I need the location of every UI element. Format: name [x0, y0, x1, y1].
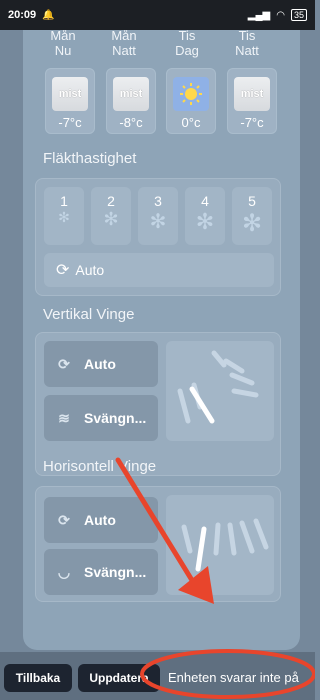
speed-label: 3	[154, 193, 162, 209]
vertical-vane-visual	[166, 341, 274, 441]
vertical-swing-button[interactable]: ≋ Svängn...	[44, 395, 158, 441]
fan-icon: ✻	[241, 210, 263, 237]
fan-auto-label: Auto	[75, 262, 105, 278]
speed-label: 5	[248, 193, 256, 209]
forecast-label: Tis Natt	[235, 30, 259, 58]
forecast-label: Mån Natt	[111, 30, 137, 58]
forecast-item: mist -8°c	[106, 68, 156, 134]
fan-speed-2-button[interactable]: 2 ✻	[91, 187, 131, 245]
auto-cycle-icon: ⟳	[58, 511, 70, 528]
horizontal-swing-button[interactable]: ◡ Svängn...	[44, 549, 158, 595]
clock: 20:09	[8, 9, 37, 21]
vertical-swing-label: Svängn...	[84, 410, 147, 426]
sun-icon	[173, 77, 209, 111]
horizontal-vane-title: Horisontell Vinge	[43, 458, 157, 475]
status-message: Enheten svarar inte på	[168, 670, 299, 685]
fan-icon: ✻	[103, 209, 119, 229]
speed-label: 4	[201, 193, 209, 209]
forecast-item: mist -7°c	[45, 68, 95, 134]
forecast-label: Mån Nu	[50, 30, 76, 58]
fan-icon: ✻	[58, 209, 70, 225]
fan-icon: ✻	[149, 211, 167, 233]
forecast-temp: -8°c	[119, 115, 143, 130]
status-bar: 20:09 🔔 ▂▄▆ ◠ 35	[0, 0, 315, 30]
swing-icon: ◡	[57, 563, 71, 580]
speed-label: 1	[60, 193, 68, 209]
fan-speed-panel: 1 ✻ 2 ✻ 3 ✻ 4 ✻ 5 ✻ ⟳ Auto	[35, 178, 281, 296]
forecast-label: Tis Dag	[175, 30, 199, 58]
notification-icon: 🔔	[42, 9, 55, 21]
horizontal-vane-visual	[166, 495, 274, 595]
mist-icon: mist	[234, 77, 270, 111]
horizontal-auto-button[interactable]: ⟳ Auto	[44, 497, 158, 543]
vertical-auto-button[interactable]: ⟳ Auto	[44, 341, 158, 387]
forecast-temp: -7°c	[58, 115, 82, 130]
fan-speed-4-button[interactable]: 4 ✻	[185, 187, 225, 245]
forecast-item: 0°c	[166, 68, 216, 134]
auto-cycle-icon: ⟳	[58, 355, 70, 372]
fan-speed-5-button[interactable]: 5 ✻	[232, 187, 272, 245]
fan-speed-3-button[interactable]: 3 ✻	[138, 187, 178, 245]
battery-level: 35	[293, 10, 304, 20]
forecast-item: mist -7°c	[227, 68, 277, 134]
speed-label: 2	[107, 193, 115, 209]
wifi-icon: ◠	[276, 9, 285, 21]
vertical-auto-label: Auto	[84, 356, 116, 372]
signal-icon: ▂▄▆	[247, 9, 271, 21]
fan-speed-title: Fläkthastighet	[43, 150, 137, 167]
horizontal-vane-panel: ⟳ Auto ◡ Svängn...	[35, 486, 281, 602]
vertical-vane-title: Vertikal Vinge	[43, 306, 135, 323]
fan-auto-button[interactable]: ⟳ Auto	[44, 253, 274, 287]
forecast-temp: -7°c	[240, 115, 264, 130]
back-button[interactable]: Tillbaka	[4, 664, 72, 692]
fan-speed-1-button[interactable]: 1 ✻	[44, 187, 84, 245]
battery-icon: 35	[290, 9, 307, 21]
horizontal-auto-label: Auto	[84, 512, 116, 528]
mist-icon: mist	[52, 77, 88, 111]
mist-icon: mist	[113, 77, 149, 111]
vertical-vane-panel: ⟳ Auto ≋ Svängn...	[35, 332, 281, 476]
auto-cycle-icon: ⟳	[56, 262, 70, 279]
climate-card: Mån Nu Mån Natt Tis Dag Tis Natt mist -7°c m…	[23, 30, 300, 650]
forecast-labels: Mån Nu Mån Natt Tis Dag Tis Natt	[23, 30, 300, 64]
forecast-temp: 0°c	[181, 115, 201, 130]
update-button[interactable]: Uppdatera	[78, 664, 160, 692]
horizontal-swing-label: Svängn...	[84, 564, 147, 580]
swing-icon: ≋	[58, 409, 70, 426]
bottom-bar: Tillbaka Uppdatera Enheten svarar inte p…	[0, 652, 315, 700]
fan-icon: ✻	[195, 209, 215, 234]
